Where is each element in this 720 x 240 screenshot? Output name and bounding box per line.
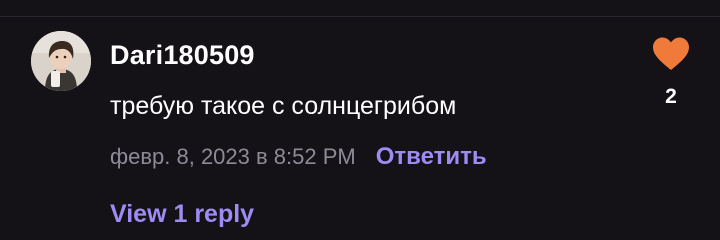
reply-button[interactable]: Ответить xyxy=(376,142,487,172)
comment-panel: Dari180509 требую такое с солнцегрибом ф… xyxy=(0,0,720,240)
comment-meta: февр. 8, 2023 в 8:52 PM Ответить xyxy=(110,142,487,172)
like-block: 2 xyxy=(648,36,694,110)
like-count: 2 xyxy=(665,85,677,108)
username[interactable]: Dari180509 xyxy=(110,40,255,70)
timestamp: февр. 8, 2023 в 8:52 PM xyxy=(110,144,356,169)
divider xyxy=(0,16,720,17)
view-replies-link[interactable]: View 1 reply xyxy=(110,198,254,230)
avatar-photo-icon xyxy=(31,31,91,91)
avatar[interactable] xyxy=(31,31,91,91)
heart-icon[interactable] xyxy=(651,36,691,72)
comment-text: требую такое с солнцегрибом xyxy=(110,92,457,120)
